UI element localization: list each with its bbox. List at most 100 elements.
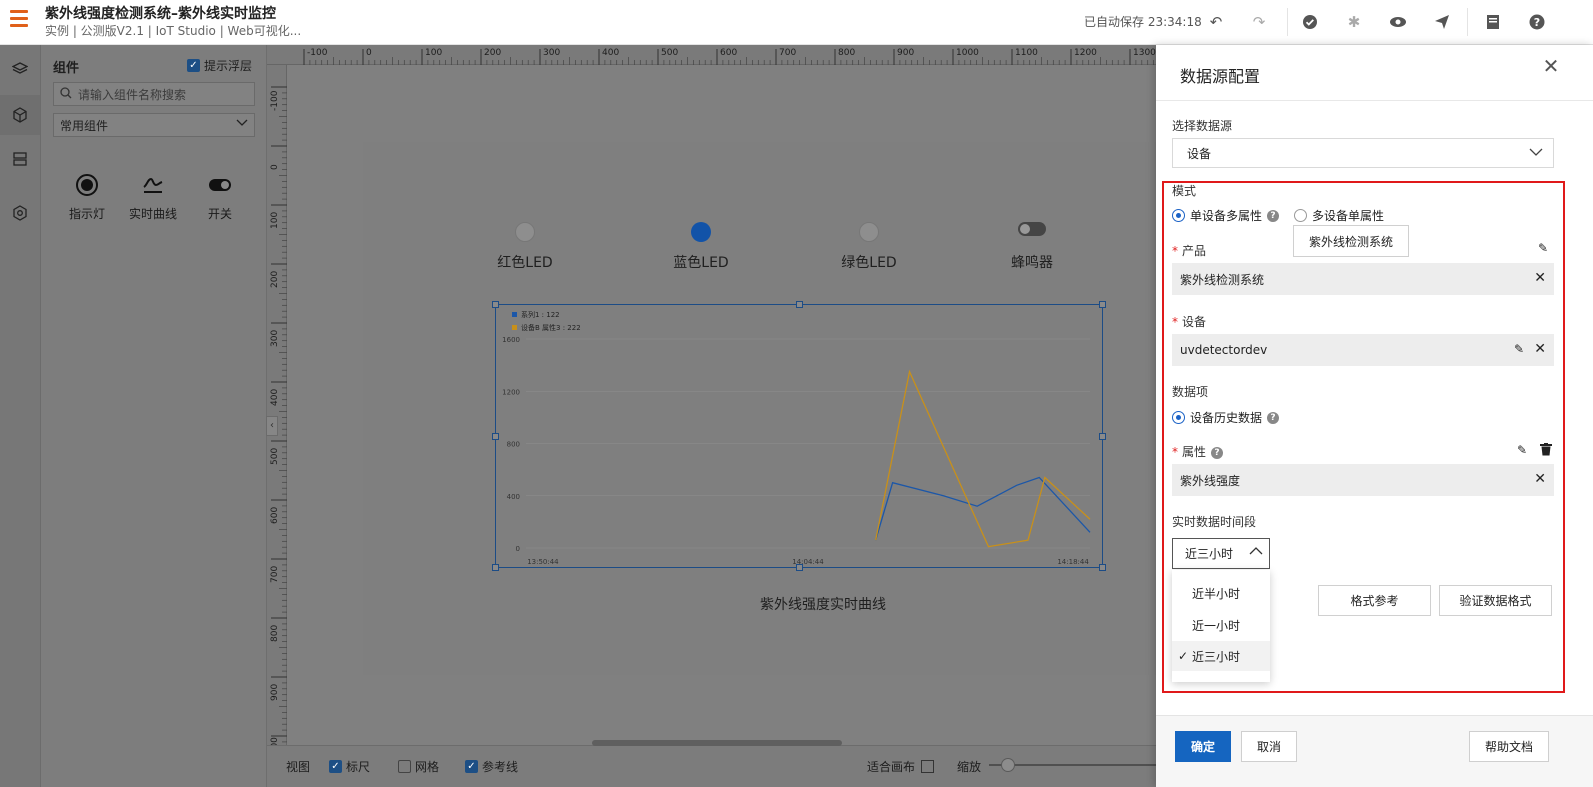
drawer-header: 数据源配置 ✕ bbox=[1156, 45, 1593, 101]
horizontal-scrollbar[interactable] bbox=[592, 740, 842, 746]
debug-icon[interactable]: ✱ bbox=[1343, 11, 1365, 33]
layers-icon[interactable] bbox=[8, 57, 32, 81]
radio-unchecked-icon[interactable] bbox=[1294, 209, 1307, 222]
zoom-slider-handle[interactable] bbox=[1001, 758, 1015, 772]
clear-x-icon[interactable]: ✕ bbox=[1534, 471, 1546, 487]
ruler-toggle[interactable]: ✓ 标尺 bbox=[329, 758, 370, 775]
clear-x-icon[interactable]: ✕ bbox=[1534, 341, 1546, 357]
close-icon[interactable]: ✕ bbox=[1540, 55, 1562, 77]
ruler-tick-label: 200 bbox=[270, 271, 280, 288]
component-search-input[interactable]: 请输入组件名称搜索 bbox=[53, 82, 255, 106]
component-indicator[interactable]: 指示灯 bbox=[57, 171, 117, 222]
settings-gear-icon[interactable] bbox=[8, 201, 32, 225]
help-question-icon[interactable]: ? bbox=[1267, 411, 1280, 424]
component-label: 指示灯 bbox=[68, 207, 105, 221]
help-doc-button[interactable]: 帮助文档 bbox=[1469, 731, 1549, 762]
tip-float-checkbox[interactable]: ✓ 提示浮层 bbox=[187, 57, 252, 74]
undo-icon[interactable]: ↶ bbox=[1205, 11, 1227, 33]
resize-handle[interactable] bbox=[796, 301, 803, 308]
ruler-tick-label: 300 bbox=[543, 48, 560, 58]
menu-icon[interactable] bbox=[10, 10, 28, 30]
document-icon[interactable] bbox=[1482, 11, 1504, 33]
cancel-button[interactable]: 取消 bbox=[1241, 731, 1297, 762]
collapse-panel-chevron-icon[interactable]: ‹ bbox=[266, 416, 278, 436]
legend-swatch bbox=[512, 312, 517, 317]
preview-eye-icon[interactable] bbox=[1387, 11, 1409, 33]
component-label: 开关 bbox=[207, 207, 232, 221]
led-red[interactable]: 红色LED bbox=[475, 222, 575, 272]
datasource-select[interactable]: 设备 bbox=[1172, 138, 1554, 168]
fit-canvas-button[interactable]: 适合画布 bbox=[867, 758, 935, 775]
checkbox-checked-icon[interactable]: ✓ bbox=[187, 59, 200, 72]
realtime-chart[interactable]: 1600 1200 800 400 0 13:50:44 14:04:44 14:18:44 系… bbox=[495, 304, 1103, 568]
radio-checked-icon[interactable] bbox=[1172, 209, 1185, 222]
checkbox-unchecked-icon[interactable] bbox=[398, 760, 411, 773]
checkbox-checked-icon[interactable]: ✓ bbox=[329, 760, 342, 773]
fit-screen-icon[interactable] bbox=[921, 760, 935, 773]
product-tooltip: 紫外线检测系统 bbox=[1293, 225, 1409, 257]
ruler-left: -100 0 100 200 300 400 500 600 700 800 900 1000 bbox=[267, 65, 287, 745]
component-switch[interactable]: 开关 bbox=[190, 171, 250, 222]
guides-toggle[interactable]: ✓ 参考线 bbox=[465, 758, 518, 775]
help-question-icon[interactable]: ? bbox=[1267, 209, 1280, 222]
verify-format-button[interactable]: 验证数据格式 bbox=[1439, 585, 1552, 616]
radio-checked-icon[interactable] bbox=[1172, 411, 1185, 424]
buzzer-switch[interactable]: 蜂鸣器 bbox=[982, 222, 1082, 272]
resize-handle[interactable] bbox=[1099, 433, 1106, 440]
ruler-tick-label: 700 bbox=[779, 48, 796, 58]
mode-label: 模式 bbox=[1172, 184, 1197, 198]
attribute-field[interactable]: 紫外线强度 ✕ bbox=[1172, 464, 1554, 496]
ok-button[interactable]: 确定 bbox=[1175, 731, 1231, 762]
led-green[interactable]: 绿色LED bbox=[819, 222, 919, 272]
resize-handle[interactable] bbox=[492, 301, 499, 308]
device-label: * 设备 bbox=[1172, 315, 1207, 329]
history-data-radio[interactable]: 设备历史数据 ? bbox=[1172, 409, 1280, 426]
fit-canvas-label: 适合画布 bbox=[867, 760, 916, 774]
resize-handle[interactable] bbox=[1099, 301, 1106, 308]
y-tick-label: 800 bbox=[507, 441, 520, 449]
edit-pencil-icon[interactable]: ✎ bbox=[1514, 342, 1524, 356]
component-category-select[interactable]: 常用组件 bbox=[53, 113, 255, 137]
period-option-three-hours[interactable]: ✓ 近三小时 bbox=[1172, 641, 1270, 671]
led-label: 蜂鸣器 bbox=[1011, 255, 1053, 271]
period-select[interactable]: 近三小时 bbox=[1172, 538, 1270, 569]
checkbox-checked-icon[interactable]: ✓ bbox=[465, 760, 478, 773]
resize-handle[interactable] bbox=[796, 564, 803, 571]
publish-send-icon[interactable] bbox=[1431, 11, 1453, 33]
ruler-tick-label: 0 bbox=[366, 48, 372, 58]
format-reference-button[interactable]: 格式参考 bbox=[1318, 585, 1431, 616]
redo-icon[interactable]: ↷ bbox=[1248, 11, 1270, 33]
mode-multi-radio[interactable]: 多设备单属性 bbox=[1294, 207, 1384, 224]
pages-icon[interactable] bbox=[8, 147, 32, 171]
help-icon[interactable]: ? bbox=[1526, 11, 1548, 33]
led-blue[interactable]: 蓝色LED bbox=[651, 222, 751, 272]
ruler-tick-label: -100 bbox=[270, 90, 280, 111]
led-green-dot bbox=[859, 222, 879, 242]
edit-pencil-icon[interactable]: ✎ bbox=[1538, 241, 1548, 255]
ruler-tick-label: 900 bbox=[897, 48, 914, 58]
grid-toggle[interactable]: 网格 bbox=[398, 758, 439, 775]
ruler-tick-label: 1000 bbox=[956, 48, 979, 58]
period-option-half-hour[interactable]: 近半小时 bbox=[1172, 578, 1270, 608]
components-cube-icon[interactable] bbox=[0, 95, 40, 135]
led-blue-dot bbox=[691, 222, 711, 242]
led-label: 红色LED bbox=[497, 255, 553, 271]
period-label: 实时数据时间段 bbox=[1172, 515, 1257, 529]
clear-x-icon[interactable]: ✕ bbox=[1534, 270, 1546, 286]
check-circle-icon[interactable] bbox=[1299, 11, 1321, 33]
period-option-one-hour[interactable]: 近一小时 bbox=[1172, 610, 1270, 640]
product-field[interactable]: 紫外线检测系统 ✕ bbox=[1172, 263, 1554, 295]
resize-handle[interactable] bbox=[492, 433, 499, 440]
edit-pencil-icon[interactable]: ✎ bbox=[1517, 443, 1527, 457]
delete-trash-icon[interactable] bbox=[1540, 443, 1552, 459]
component-realtime-curve[interactable]: 实时曲线 bbox=[123, 171, 183, 222]
mode-single-radio[interactable]: 单设备多属性 ? bbox=[1172, 207, 1280, 224]
ruler-tick-label: 200 bbox=[484, 48, 501, 58]
help-question-icon[interactable]: ? bbox=[1211, 446, 1224, 459]
legend-swatch bbox=[512, 325, 517, 330]
datasource-config-drawer: 数据源配置 ✕ 选择数据源 设备 模式 单设备多属性 ? 多设备单属性 紫外线检… bbox=[1156, 45, 1593, 787]
resize-handle[interactable] bbox=[492, 564, 499, 571]
device-field[interactable]: uvdetectordev ✎ ✕ bbox=[1172, 334, 1554, 366]
ruler-tick-label: 1200 bbox=[1074, 48, 1097, 58]
resize-handle[interactable] bbox=[1099, 564, 1106, 571]
